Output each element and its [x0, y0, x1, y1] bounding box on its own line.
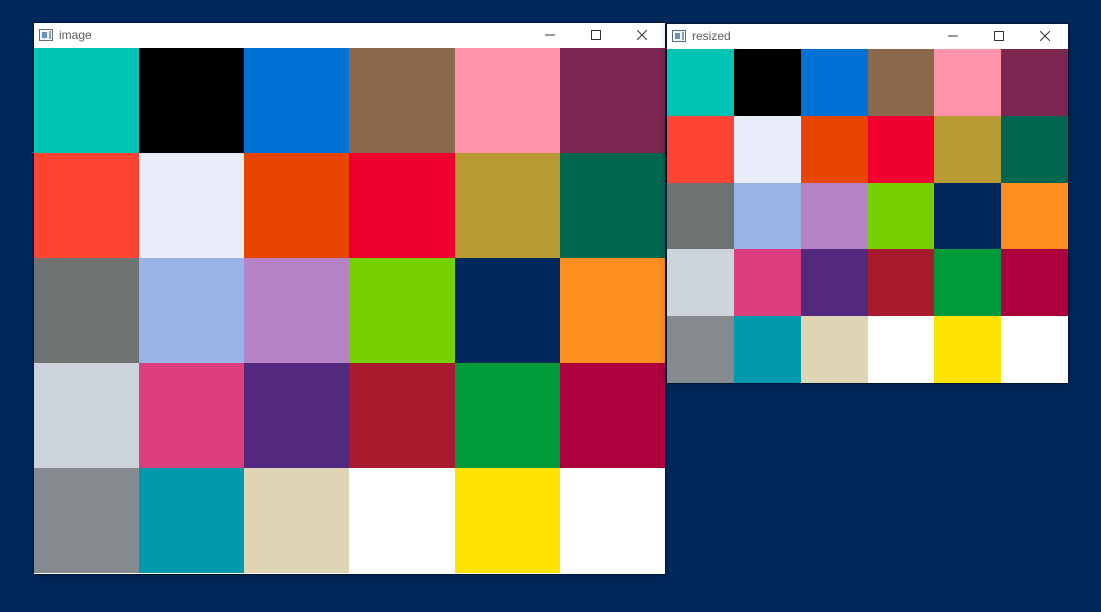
color-cell	[934, 182, 1002, 250]
color-cell	[667, 316, 734, 383]
color-cell	[800, 316, 868, 383]
color-cell	[244, 363, 350, 468]
color-cell	[800, 49, 868, 116]
window-title: image	[59, 28, 92, 42]
color-cell	[34, 48, 140, 153]
color-cell	[733, 49, 801, 116]
color-grid	[667, 49, 1068, 383]
color-cell	[867, 249, 935, 317]
color-cell	[559, 363, 665, 468]
app-window-icon	[672, 30, 686, 42]
color-cell	[454, 258, 560, 363]
color-cell	[244, 468, 350, 573]
close-button[interactable]	[619, 23, 665, 47]
color-cell	[934, 49, 1002, 116]
color-cell	[934, 316, 1002, 383]
color-cell	[34, 468, 140, 573]
color-cell	[867, 49, 935, 116]
color-cell	[800, 249, 868, 317]
minimize-icon	[948, 35, 958, 37]
close-icon	[1040, 31, 1050, 41]
color-cell	[559, 258, 665, 363]
color-cell	[34, 258, 140, 363]
color-cell	[667, 49, 734, 116]
minimize-button[interactable]	[930, 24, 976, 48]
color-cell	[454, 363, 560, 468]
color-cell	[454, 48, 560, 153]
desktop: image resized	[0, 0, 1101, 612]
color-cell	[244, 48, 350, 153]
app-window-icon	[39, 29, 53, 41]
color-cell	[934, 249, 1002, 317]
maximize-button[interactable]	[573, 23, 619, 47]
resized-window[interactable]: resized	[667, 24, 1068, 383]
color-cell	[139, 258, 245, 363]
color-cell	[800, 182, 868, 250]
color-cell	[867, 182, 935, 250]
color-cell	[139, 48, 245, 153]
maximize-icon	[994, 31, 1004, 41]
close-icon	[637, 30, 647, 40]
color-cell	[733, 115, 801, 183]
color-cell	[34, 153, 140, 258]
window-controls	[527, 23, 665, 47]
color-cell	[244, 153, 350, 258]
color-cell	[559, 468, 665, 573]
color-cell	[1001, 249, 1068, 317]
color-cell	[867, 316, 935, 383]
maximize-icon	[591, 30, 601, 40]
color-cell	[34, 363, 140, 468]
color-cell	[1001, 182, 1068, 250]
color-cell	[139, 468, 245, 573]
color-cell	[1001, 115, 1068, 183]
color-cell	[667, 249, 734, 317]
color-cell	[349, 258, 455, 363]
color-cell	[559, 153, 665, 258]
color-cell	[559, 48, 665, 153]
color-cell	[349, 153, 455, 258]
color-cell	[139, 363, 245, 468]
color-cell	[139, 153, 245, 258]
color-cell	[667, 182, 734, 250]
color-cell	[454, 468, 560, 573]
titlebar[interactable]: resized	[667, 24, 1068, 48]
color-cell	[349, 468, 455, 573]
minimize-icon	[545, 34, 555, 36]
color-cell	[934, 115, 1002, 183]
color-cell	[800, 115, 868, 183]
image-window[interactable]: image	[34, 23, 665, 574]
color-cell	[244, 258, 350, 363]
titlebar[interactable]: image	[34, 23, 665, 47]
minimize-button[interactable]	[527, 23, 573, 47]
color-cell	[1001, 49, 1068, 116]
color-cell	[733, 249, 801, 317]
maximize-button[interactable]	[976, 24, 1022, 48]
color-cell	[733, 316, 801, 383]
color-cell	[867, 115, 935, 183]
color-cell	[733, 182, 801, 250]
color-grid	[34, 48, 665, 573]
window-controls	[930, 24, 1068, 48]
color-cell	[454, 153, 560, 258]
color-cell	[1001, 316, 1068, 383]
window-title: resized	[692, 29, 731, 43]
color-cell	[349, 363, 455, 468]
close-button[interactable]	[1022, 24, 1068, 48]
color-cell	[667, 115, 734, 183]
color-cell	[349, 48, 455, 153]
